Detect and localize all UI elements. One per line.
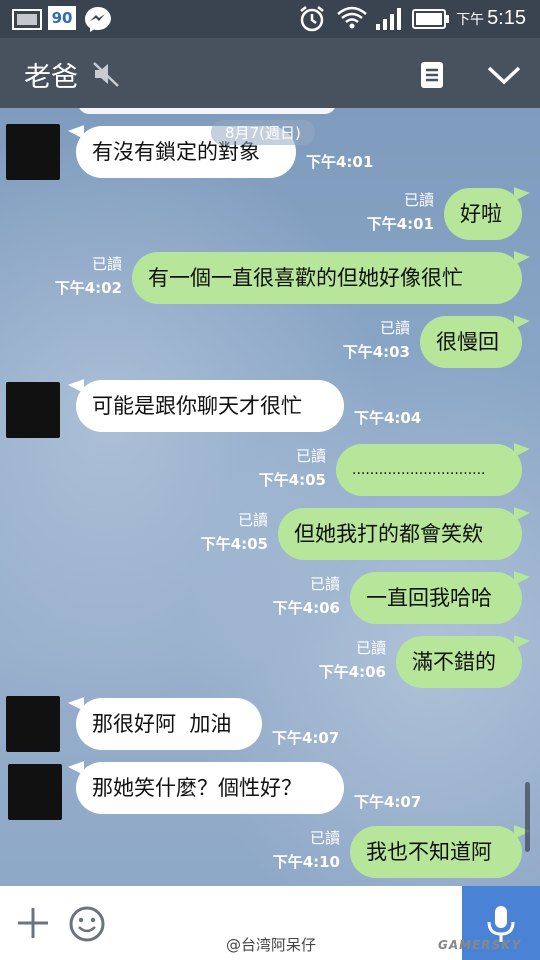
signal-strength-icon bbox=[376, 8, 401, 30]
image-notification-icon bbox=[12, 9, 42, 30]
message-time: 下午4:07 bbox=[354, 793, 422, 811]
message-time: 下午4:04 bbox=[354, 409, 422, 427]
app-notification-badge: 90 bbox=[48, 6, 76, 30]
message-meta: 已讀 下午4:05 bbox=[200, 511, 268, 553]
notes-icon[interactable] bbox=[420, 61, 444, 89]
message-meta: 已讀 下午4:10 bbox=[272, 829, 340, 871]
message-bubble-outgoing[interactable]: 滿不錯的 bbox=[396, 636, 522, 688]
wifi-icon bbox=[337, 6, 367, 29]
message-time: 下午4:07 bbox=[272, 729, 340, 747]
message-meta: 已讀 下午4:01 bbox=[366, 191, 434, 233]
message-bubble-outgoing[interactable]: 很慢回 bbox=[420, 316, 522, 368]
message-bubble-outgoing[interactable]: 但她我打的都會笑欸 bbox=[278, 508, 522, 560]
message-meta: 已讀 下午4:06 bbox=[272, 575, 340, 617]
date-divider: 8月7(週日) bbox=[211, 120, 315, 145]
chevron-down-icon[interactable] bbox=[486, 64, 522, 86]
status-bar: 90 下午 5:15 bbox=[0, 0, 540, 38]
plus-icon[interactable] bbox=[16, 906, 50, 940]
contact-avatar[interactable] bbox=[6, 696, 60, 752]
message-time: 下午4:01 bbox=[306, 153, 374, 171]
message-meta: 已讀 下午4:06 bbox=[318, 639, 386, 681]
contact-avatar[interactable] bbox=[6, 382, 60, 438]
message-bubble-incoming[interactable]: 那她笑什麼？個性好？ bbox=[76, 762, 344, 814]
watermark: @台湾阿呆仔 bbox=[226, 936, 317, 954]
status-clock: 下午 5:15 bbox=[456, 7, 526, 29]
message-bubble-incoming[interactable]: 可能是跟你聊天才很忙 bbox=[76, 380, 344, 432]
emoji-icon[interactable] bbox=[68, 905, 106, 943]
message-bubble-outgoing[interactable]: 有一個一直很喜歡的但她好像很忙 bbox=[132, 252, 522, 304]
chat-header: 老爸 bbox=[0, 38, 540, 108]
message-bubble-outgoing[interactable]: 我也不知道阿 bbox=[350, 826, 522, 878]
muted-speaker-icon bbox=[93, 62, 119, 87]
message-bubble-outgoing[interactable]: 一直回我哈哈 bbox=[350, 572, 522, 624]
chat-title: 老爸 bbox=[24, 62, 78, 93]
chat-area[interactable]: 有沒有鎖定的對象 8月7(週日) 下午4:01 已讀 下午4:01 好啦 已讀 下午… bbox=[0, 108, 540, 886]
messenger-icon bbox=[85, 7, 111, 32]
battery-icon bbox=[412, 9, 449, 29]
site-watermark: GAMERSKY bbox=[438, 938, 522, 952]
partial-message-bubble bbox=[78, 108, 336, 114]
alarm-icon bbox=[300, 6, 324, 32]
contact-avatar[interactable] bbox=[8, 764, 62, 820]
scrollbar[interactable] bbox=[525, 782, 530, 852]
message-meta: 已讀 下午4:05 bbox=[258, 447, 326, 489]
contact-avatar[interactable] bbox=[6, 124, 60, 180]
message-bubble-incoming[interactable]: 那很好阿 加油 bbox=[76, 698, 262, 750]
message-meta: 已讀 下午4:02 bbox=[54, 255, 122, 297]
message-bubble-outgoing[interactable]: .............................. bbox=[336, 444, 522, 496]
message-meta: 已讀 下午4:03 bbox=[342, 319, 410, 361]
message-bubble-outgoing[interactable]: 好啦 bbox=[444, 188, 522, 240]
